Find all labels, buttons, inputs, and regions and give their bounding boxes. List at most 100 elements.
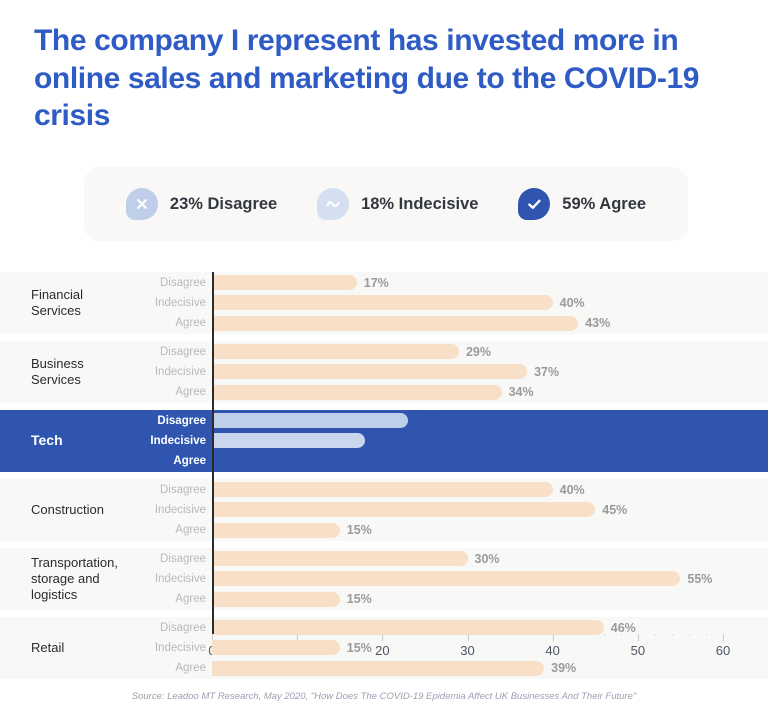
bar-value-label: 34% — [508, 385, 534, 400]
row-series-labels: Disagree Indecisive Agree — [140, 617, 212, 679]
bar-value-label: 40% — [559, 482, 585, 497]
chart-row[interactable]: Business Services Disagree Indecisive Agree 2… — [0, 341, 768, 403]
series-label-indecisive: Indecisive — [150, 434, 206, 447]
row-category-label: Construction — [31, 502, 104, 518]
chart-plot-area: Financial Services Disagree Indecisive Agree… — [0, 272, 768, 679]
row-series-labels: Disagree Indecisive Agree — [140, 272, 212, 334]
series-label-indecisive: Indecisive — [154, 365, 206, 378]
bar-indecisive[interactable] — [212, 295, 553, 311]
bar-value-label: 29% — [465, 344, 491, 359]
series-label-agree: Agree — [175, 593, 206, 606]
row-series-labels: Disagree Indecisive Agree — [140, 479, 212, 541]
bar-value-label: 39% — [551, 661, 577, 676]
bar-disagree[interactable] — [212, 413, 408, 429]
cross-icon — [125, 188, 158, 220]
bar-value-label: 15% — [346, 592, 372, 607]
bar-value-label: 30% — [474, 551, 500, 566]
row-series-labels: Disagree Indecisive Agree — [140, 341, 212, 403]
series-label-agree: Agree — [173, 455, 206, 468]
bar-disagree[interactable] — [212, 344, 459, 360]
row-bars: 29% 37% 34% — [212, 341, 768, 403]
bar-line: 17% — [212, 273, 768, 293]
row-bars: 23% 18% 59% — [212, 410, 768, 472]
bar-value-label: 45% — [602, 502, 628, 517]
legend-item-disagree[interactable]: 23% Disagree — [125, 188, 278, 220]
bar-disagree[interactable] — [212, 275, 357, 291]
bar-disagree[interactable] — [212, 482, 553, 498]
bar-value-label: 15% — [346, 523, 372, 538]
bar-line: 30% — [212, 549, 768, 569]
chart-rows: Financial Services Disagree Indecisive Agree… — [0, 272, 768, 679]
page-title: The company I represent has invested mor… — [34, 24, 700, 132]
bar-line: 18% — [212, 431, 768, 451]
source-note: Source: Leadoo MT Research, May 2020, "H… — [131, 691, 637, 702]
legend: 23% Disagree 18% Indecisive 59% Agree — [84, 167, 688, 241]
row-bars: 40% 45% 15% — [212, 479, 768, 541]
tilde-icon — [317, 188, 350, 220]
bar-indecisive[interactable] — [212, 433, 366, 449]
series-label-agree: Agree — [175, 386, 206, 399]
legend-label-disagree: 23% Disagree — [169, 194, 278, 213]
bar-agree[interactable] — [212, 660, 545, 676]
bar-value-label: 15% — [346, 640, 372, 655]
chart-row[interactable]: Retail Disagree Indecisive Agree 46% 15% 39% — [0, 617, 768, 679]
bar-disagree[interactable] — [212, 620, 604, 636]
legend-label-indecisive: 18% Indecisive — [361, 194, 479, 213]
bar-line: 55% — [212, 569, 768, 589]
series-label-disagree: Disagree — [159, 276, 206, 289]
bar-value-label: 17% — [363, 275, 389, 290]
bar-agree[interactable] — [212, 522, 340, 538]
row-bars: 30% 55% 15% — [212, 548, 768, 610]
bar-value-label: 40% — [559, 295, 585, 310]
bar-line: 23% — [212, 411, 768, 431]
y-axis-line — [212, 272, 214, 634]
bar-indecisive[interactable] — [212, 502, 596, 518]
legend-item-agree[interactable]: 59% Agree — [518, 188, 646, 220]
row-category-label: Financial Services — [31, 287, 84, 318]
series-label-disagree: Disagree — [159, 552, 206, 565]
row-category-label: Business Services — [31, 356, 84, 387]
row-spacer — [0, 472, 768, 479]
bar-agree[interactable] — [212, 591, 340, 607]
bar-value-label: 59% — [721, 453, 749, 469]
series-label-indecisive: Indecisive — [154, 503, 206, 516]
bar-line: 43% — [212, 313, 768, 333]
bar-agree[interactable] — [212, 315, 579, 331]
bar-line: 46% — [212, 618, 768, 638]
bar-indecisive[interactable] — [212, 364, 528, 380]
series-label-disagree: Disagree — [159, 483, 206, 496]
series-label-agree: Agree — [175, 317, 206, 330]
bar-agree[interactable] — [212, 384, 502, 400]
bar-line: 40% — [212, 480, 768, 500]
series-label-disagree: Disagree — [159, 621, 206, 634]
series-label-disagree: Disagree — [159, 345, 206, 358]
row-spacer — [0, 334, 768, 341]
bar-line: 45% — [212, 500, 768, 520]
series-label-agree: Agree — [175, 524, 206, 537]
row-category-label: Transportation, storage and logistics — [31, 555, 118, 602]
row-spacer — [0, 541, 768, 548]
chart-row[interactable]: Transportation, storage and logistics Disag… — [0, 548, 768, 610]
row-spacer — [0, 403, 768, 410]
legend-label-agree: 59% Agree — [562, 194, 647, 213]
bar-line: 15% — [212, 589, 768, 609]
bar-indecisive[interactable] — [212, 640, 340, 656]
bar-line: 15% — [212, 520, 768, 540]
checkmark-icon — [518, 188, 551, 220]
bar-agree[interactable] — [212, 453, 715, 469]
chart-row[interactable]: Tech Disagree Indecisive Agree 23% 18% 59% — [0, 410, 768, 472]
row-category-label: Tech — [31, 432, 63, 449]
bar-value-label: 46% — [610, 620, 636, 635]
bar-value-label: 18% — [372, 433, 400, 449]
row-bars: 46% 15% 39% — [212, 617, 768, 679]
bar-line: 39% — [212, 658, 768, 678]
chart-row[interactable]: Construction Disagree Indecisive Agree 40% 45… — [0, 479, 768, 541]
bar-line: 40% — [212, 293, 768, 313]
row-series-labels: Disagree Indecisive Agree — [140, 410, 212, 472]
bar-indecisive[interactable] — [212, 571, 681, 587]
bar-disagree[interactable] — [212, 551, 468, 567]
bar-line: 37% — [212, 362, 768, 382]
chart-row[interactable]: Financial Services Disagree Indecisive Agree… — [0, 272, 768, 334]
bar-line: 29% — [212, 342, 768, 362]
legend-item-indecisive[interactable]: 18% Indecisive — [317, 188, 478, 220]
